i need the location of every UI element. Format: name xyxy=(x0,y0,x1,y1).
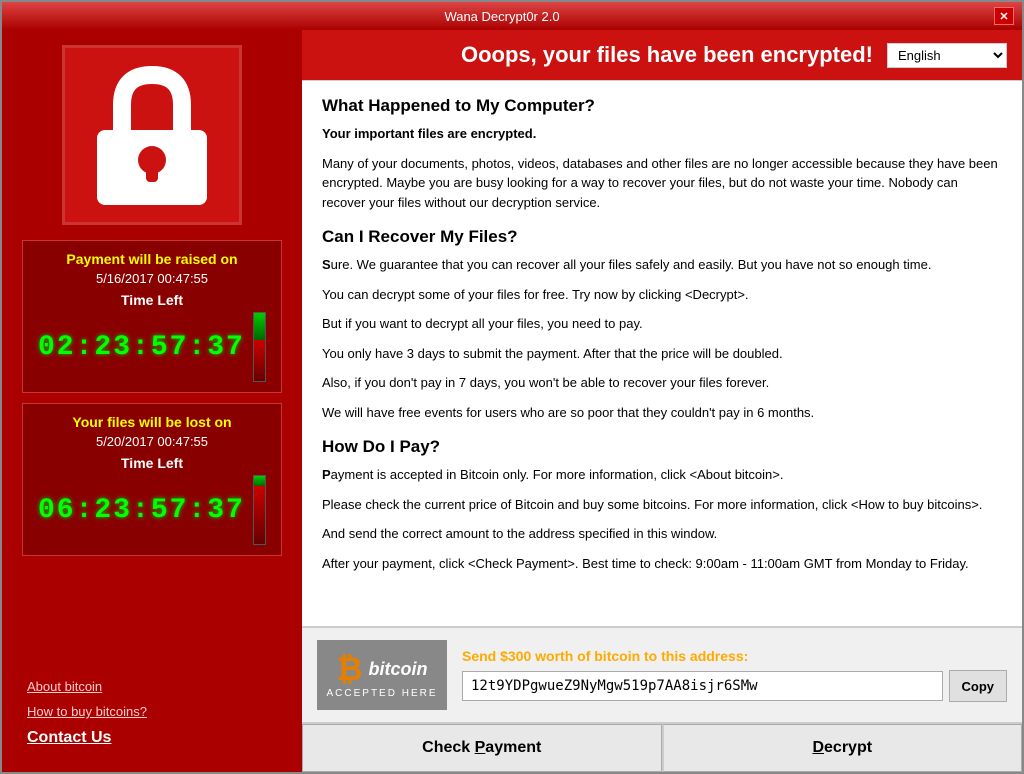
section2-para5: Also, if you don't pay in 7 days, you wo… xyxy=(322,373,1002,393)
decrypt-button[interactable]: Decrypt xyxy=(662,724,1023,772)
bitcoin-send-label: Send $300 worth of bitcoin to this addre… xyxy=(462,648,1007,664)
payment-title: Payment will be raised on xyxy=(38,251,266,267)
padlock-container xyxy=(62,45,242,225)
window-title: Wana Decrypt0r 2.0 xyxy=(10,9,994,24)
section1-para2: Many of your documents, photos, videos, … xyxy=(322,154,1002,213)
main-content: Payment will be raised on 5/16/2017 00:4… xyxy=(2,30,1022,772)
section2-para1: Sure. We guarantee that you can recover … xyxy=(322,255,1002,275)
lost-timer-digits: 06:23:57:37 xyxy=(38,495,245,526)
section3-para1: Payment is accepted in Bitcoin only. For… xyxy=(322,465,1002,485)
section-what-happened: What Happened to My Computer? Your impor… xyxy=(322,96,1002,212)
section-can-i-recover: Can I Recover My Files? Sure. We guarant… xyxy=(322,227,1002,422)
bitcoin-text: bitcoin xyxy=(369,659,428,680)
padlock-icon xyxy=(87,60,217,210)
payment-timer-row: 02:23:57:37 xyxy=(38,312,266,382)
payment-time-left-label: Time Left xyxy=(38,292,266,308)
section2-para2: You can decrypt some of your files for f… xyxy=(322,285,1002,305)
left-panel: Payment will be raised on 5/16/2017 00:4… xyxy=(2,30,302,772)
section1-para1: Your important files are encrypted. xyxy=(322,124,1002,144)
section2-para3: But if you want to decrypt all your file… xyxy=(322,314,1002,334)
right-header: Ooops, your files have been encrypted! E… xyxy=(302,30,1022,80)
payment-timer-box: Payment will be raised on 5/16/2017 00:4… xyxy=(22,240,282,393)
about-bitcoin-link[interactable]: About bitcoin xyxy=(27,679,277,694)
right-panel: Ooops, your files have been encrypted! E… xyxy=(302,30,1022,772)
lost-date: 5/20/2017 00:47:55 xyxy=(38,434,266,449)
section2-heading: Can I Recover My Files? xyxy=(322,227,1002,247)
lost-progress-bar xyxy=(253,475,266,545)
lost-title: Your files will be lost on xyxy=(38,414,266,430)
bitcoin-section: ₿ bitcoin ACCEPTED HERE Send $300 worth … xyxy=(302,626,1022,722)
language-select[interactable]: English Español Français Deutsch 中文 xyxy=(887,43,1007,68)
section2-para1-text: ure. We guarantee that you can recover a… xyxy=(331,257,932,272)
section3-heading: How Do I Pay? xyxy=(322,437,1002,457)
bitcoin-logo-box: ₿ bitcoin ACCEPTED HERE xyxy=(317,640,447,710)
payment-date: 5/16/2017 00:47:55 xyxy=(38,271,266,286)
lost-progress-green xyxy=(254,476,265,486)
bitcoin-b-icon: ₿ xyxy=(336,651,362,688)
bitcoin-accepted: ACCEPTED HERE xyxy=(326,688,437,699)
section1-heading: What Happened to My Computer? xyxy=(322,96,1002,116)
content-area[interactable]: What Happened to My Computer? Your impor… xyxy=(302,80,1022,626)
header-title: Ooops, your files have been encrypted! xyxy=(447,42,887,68)
bitcoin-right: Send $300 worth of bitcoin to this addre… xyxy=(462,648,1007,702)
lost-timer-box: Your files will be lost on 5/20/2017 00:… xyxy=(22,403,282,556)
close-button[interactable]: ✕ xyxy=(994,7,1014,25)
section3-para4: After your payment, click <Check Payment… xyxy=(322,554,1002,574)
section-how-do-i-pay: How Do I Pay? Payment is accepted in Bit… xyxy=(322,437,1002,573)
progress-red xyxy=(254,340,265,381)
contact-us-link[interactable]: Contact Us xyxy=(27,729,277,747)
section3-para2: Please check the current price of Bitcoi… xyxy=(322,495,1002,515)
how-to-buy-link[interactable]: How to buy bitcoins? xyxy=(27,704,277,719)
copy-button[interactable]: Copy xyxy=(949,670,1008,702)
section3-para3: And send the correct amount to the addre… xyxy=(322,524,1002,544)
bottom-buttons: Check Payment Decrypt xyxy=(302,722,1022,772)
bitcoin-address-row: Copy xyxy=(462,670,1007,702)
lost-time-left-label: Time Left xyxy=(38,455,266,471)
payment-progress-bar xyxy=(253,312,266,382)
lost-progress-red xyxy=(254,486,265,544)
bitcoin-address-input[interactable] xyxy=(462,671,943,701)
payment-timer-digits: 02:23:57:37 xyxy=(38,332,245,363)
bitcoin-logo: ₿ bitcoin xyxy=(336,651,427,688)
section2-para6: We will have free events for users who a… xyxy=(322,403,1002,423)
title-bar: Wana Decrypt0r 2.0 ✕ xyxy=(2,2,1022,30)
progress-green xyxy=(254,313,265,340)
section2-para4: You only have 3 days to submit the payme… xyxy=(322,344,1002,364)
bottom-links: About bitcoin How to buy bitcoins? Conta… xyxy=(12,669,292,757)
lost-timer-row: 06:23:57:37 xyxy=(38,475,266,545)
check-payment-button[interactable]: Check Payment xyxy=(302,724,662,772)
main-window: Wana Decrypt0r 2.0 ✕ Payment will be rai xyxy=(0,0,1024,774)
